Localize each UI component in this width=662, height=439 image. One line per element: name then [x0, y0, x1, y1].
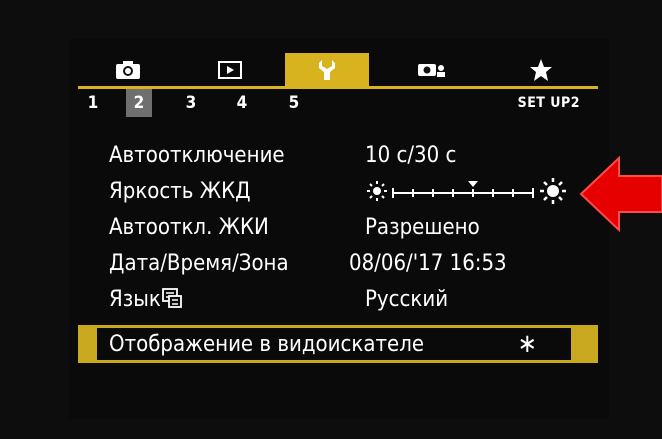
camera-icon — [116, 60, 140, 79]
red-arrow-icon — [579, 156, 662, 232]
custom-function-icon — [418, 63, 445, 77]
menu-item-value: 10 с/30 с — [365, 142, 457, 168]
menu-item-auto-power-off[interactable]: Автоотключение 10 с/30 с — [97, 137, 597, 173]
menu-tabs — [78, 53, 598, 86]
subtab-4[interactable]: 4 — [229, 89, 255, 117]
menu-item-lcd-auto-off[interactable]: Автооткл. ЖКИ Разрешено — [97, 209, 597, 245]
menu-item-value: ∗ — [517, 329, 537, 359]
menu-item-label: Яркость ЖКД — [109, 178, 251, 204]
menu-item-label: Отображение в видоискателе — [109, 331, 425, 357]
menu-item-date-time-zone[interactable]: Дата/Время/Зона 08/06/'17 16:53 — [97, 245, 597, 281]
dim-sun-icon — [367, 181, 387, 201]
menu-item-label: Язык — [109, 287, 183, 312]
menu-item-value: Русский — [365, 286, 449, 312]
menu-list: Автоотключение 10 с/30 с Яркость ЖКД Авт… — [97, 137, 597, 317]
menu-item-viewfinder-display[interactable]: Отображение в видоискателе ∗ — [97, 328, 571, 360]
tab-setup[interactable] — [285, 53, 369, 86]
playback-icon — [218, 60, 242, 79]
tab-playback[interactable] — [188, 53, 272, 86]
menu-item-label: Автооткл. ЖКИ — [109, 214, 269, 240]
menu-item-label: Дата/Время/Зона — [109, 250, 289, 276]
language-icon — [161, 287, 182, 308]
brightness-scale — [367, 177, 567, 205]
tab-my-menu[interactable] — [499, 53, 583, 86]
menu-item-value: Разрешено — [365, 214, 480, 240]
subtab-2[interactable]: 2 — [126, 89, 152, 117]
bright-sun-icon — [540, 178, 566, 204]
menu-item-label: Автоотключение — [109, 142, 285, 168]
subtab-bar: 1 2 3 4 5 SET UP2 — [78, 89, 598, 117]
wrench-icon — [319, 59, 335, 80]
menu-item-value: 08/06/'17 16:53 — [349, 250, 507, 276]
tab-custom-functions[interactable] — [390, 53, 474, 86]
tab-shooting[interactable] — [86, 53, 170, 86]
subtab-1[interactable]: 1 — [80, 89, 106, 117]
brightness-level-marker — [468, 181, 478, 187]
menu-item-lcd-brightness[interactable]: Яркость ЖКД — [97, 173, 597, 209]
setup-page-label: SET UP2 — [517, 95, 580, 111]
star-icon — [530, 58, 552, 81]
subtab-5[interactable]: 5 — [281, 89, 307, 117]
subtab-3[interactable]: 3 — [178, 89, 204, 117]
menu-item-language[interactable]: Язык Русский — [97, 281, 597, 317]
